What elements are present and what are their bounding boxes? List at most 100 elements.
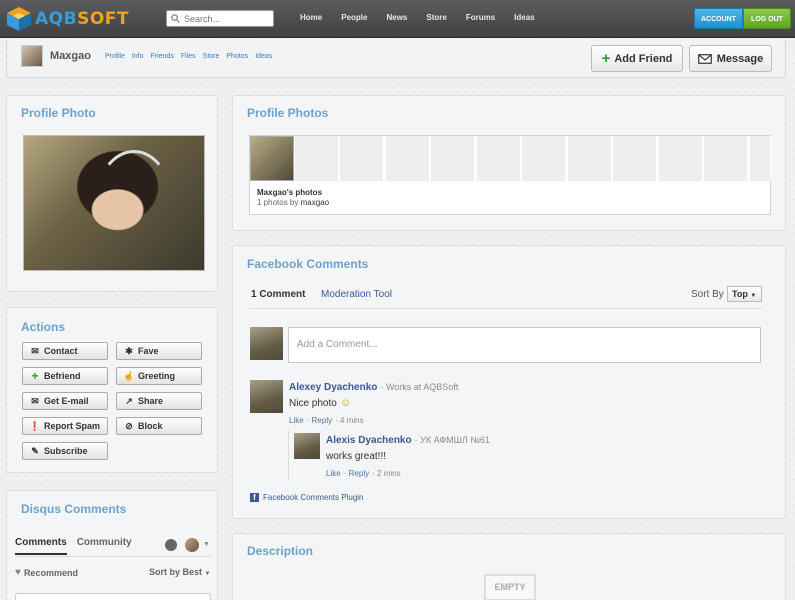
nav-news[interactable]: News	[386, 13, 407, 22]
search-box[interactable]	[166, 10, 274, 27]
profile-link-photos[interactable]: Photos	[226, 53, 248, 60]
panel-title-profile-photo: Profile Photo	[21, 106, 96, 120]
add-comment-input[interactable]: Add a Comment...	[288, 327, 761, 363]
profile-link-info[interactable]: Info	[132, 53, 144, 60]
profile-name[interactable]: Maxgao	[50, 50, 91, 62]
search-input[interactable]	[184, 13, 270, 24]
share-label: Share	[138, 396, 164, 406]
album-owner-link[interactable]: maxgao	[301, 198, 329, 207]
empty-thumbnail	[477, 136, 521, 181]
plus-icon: +	[31, 369, 39, 383]
photo-album-card[interactable]: Maxgao's photos 1 photos by maxgao	[249, 135, 771, 215]
reply-author-link[interactable]: Alexis Dyachenko	[326, 435, 412, 446]
user-avatar-menu[interactable]	[185, 538, 199, 552]
panel-title-profile-photos: Profile Photos	[247, 106, 329, 120]
sort-label: Sort by Best	[149, 567, 203, 577]
disqus-comment-input[interactable]	[15, 593, 211, 600]
empty-thumbnail	[659, 136, 703, 181]
reply-link[interactable]: Reply	[349, 469, 369, 478]
nav-store[interactable]: Store	[426, 13, 446, 22]
contact-button[interactable]: ✉ Contact	[22, 342, 108, 360]
chevron-down-icon[interactable]: ▼	[203, 541, 210, 548]
empty-thumbnail	[386, 136, 430, 181]
profile-subnav: Profile Info Friends Files Store Photos …	[105, 53, 279, 60]
message-button[interactable]: Message	[689, 45, 772, 72]
add-friend-label: Add Friend	[614, 52, 673, 65]
tab-comments[interactable]: Comments	[15, 537, 67, 555]
thumbs-up-icon: ☝	[123, 370, 135, 381]
photo-thumbnail[interactable]	[250, 136, 294, 181]
get-email-button[interactable]: ✉ Get E-mail	[22, 392, 108, 410]
facebook-icon: f	[250, 493, 259, 502]
heart-icon: ♥	[15, 567, 21, 578]
empty-thumbnail	[568, 136, 612, 181]
fave-button[interactable]: ✱ Fave	[116, 342, 202, 360]
album-meta: 1 photos by maxgao	[257, 198, 329, 207]
reply-thread-line	[288, 430, 289, 480]
envelope-icon	[697, 53, 712, 64]
greeting-button[interactable]: ☝ Greeting	[116, 367, 202, 385]
search-icon	[171, 14, 180, 23]
commenter-name-link[interactable]: Alexey Dyachenko	[289, 382, 377, 393]
account-button[interactable]: ACCOUNT	[694, 8, 743, 29]
moderation-tool-link[interactable]: Moderation Tool	[321, 289, 392, 300]
commenter-meta: Works at AQBSoft	[385, 382, 459, 392]
avatar[interactable]	[21, 45, 43, 67]
profile-link-profile[interactable]: Profile	[105, 53, 125, 60]
comment-timestamp[interactable]: 4 mins	[340, 416, 364, 425]
reply-timestamp[interactable]: 2 mins	[377, 469, 401, 478]
nav-people[interactable]: People	[341, 13, 367, 22]
nav-home[interactable]: Home	[300, 13, 322, 22]
profile-link-ideas[interactable]: Ideas	[255, 53, 272, 60]
reply-link[interactable]: Reply	[312, 416, 332, 425]
aqbsoft-logo[interactable]: AQBSOFT	[6, 4, 129, 34]
commenter-avatar[interactable]	[250, 380, 283, 413]
subscribe-icon: ✎	[31, 445, 39, 456]
nav-forums[interactable]: Forums	[466, 13, 495, 22]
sort-by-best-dropdown[interactable]: Sort by Best ▼	[149, 567, 210, 577]
reply-header: Alexis Dyachenko · УК АФМШЛ №61	[326, 434, 490, 446]
subscribe-label: Subscribe	[44, 446, 88, 456]
sort-dropdown[interactable]: Top ▼	[727, 286, 762, 302]
headphone-cord	[94, 150, 174, 260]
reply-avatar[interactable]	[294, 433, 320, 459]
facebook-plugin-link[interactable]: f Facebook Comments Plugin	[250, 493, 364, 502]
add-friend-button[interactable]: + Add Friend	[591, 45, 683, 72]
current-user-avatar[interactable]	[250, 327, 283, 360]
envelope-icon: ✉	[31, 345, 39, 356]
like-link[interactable]: Like	[326, 469, 341, 478]
logo-text-aqb: AQB	[35, 9, 78, 29]
smiley-icon: ☺	[339, 397, 352, 409]
logout-button[interactable]: LOG OUT	[743, 8, 791, 29]
block-icon: ⊘	[125, 420, 133, 431]
report-spam-button[interactable]: ❗ Report Spam	[22, 417, 108, 435]
recommend-button[interactable]: ♥ Recommend	[15, 567, 78, 578]
empty-thumbnail	[750, 136, 771, 181]
disqus-tabs: Comments Community	[15, 537, 142, 555]
notifications-icon[interactable]	[165, 539, 177, 551]
block-button[interactable]: ⊘ Block	[116, 417, 202, 435]
panel-title-facebook-comments: Facebook Comments	[247, 257, 369, 271]
description-panel: Description EMPTY	[232, 533, 786, 600]
panel-title-description: Description	[247, 544, 314, 558]
empty-thumbnail	[431, 136, 475, 181]
tab-community[interactable]: Community	[77, 537, 132, 555]
nav-ideas[interactable]: Ideas	[514, 13, 534, 22]
empty-thumbnail	[295, 136, 339, 181]
message-label: Message	[716, 52, 764, 65]
profile-link-store[interactable]: Store	[203, 53, 220, 60]
befriend-button[interactable]: + Befriend	[22, 367, 108, 385]
profile-link-friends[interactable]: Friends	[151, 53, 174, 60]
share-button[interactable]: ↗ Share	[116, 392, 202, 410]
like-link[interactable]: Like	[289, 416, 304, 425]
reply-author-meta: УК АФМШЛ №61	[420, 435, 490, 445]
star-icon: ✱	[125, 345, 133, 356]
profile-photos-panel: Profile Photos Maxgao's photos 1 photos …	[232, 95, 786, 231]
album-title[interactable]: Maxgao's photos	[257, 188, 322, 197]
profile-photo-image[interactable]	[23, 135, 205, 271]
fave-label: Fave	[138, 346, 159, 356]
profile-link-files[interactable]: Files	[181, 53, 196, 60]
top-navigation-bar: AQBSOFT Home People News Store Forums Id…	[0, 0, 795, 38]
subscribe-button[interactable]: ✎ Subscribe	[22, 442, 108, 460]
facebook-plugin-label: Facebook Comments Plugin	[263, 493, 364, 502]
